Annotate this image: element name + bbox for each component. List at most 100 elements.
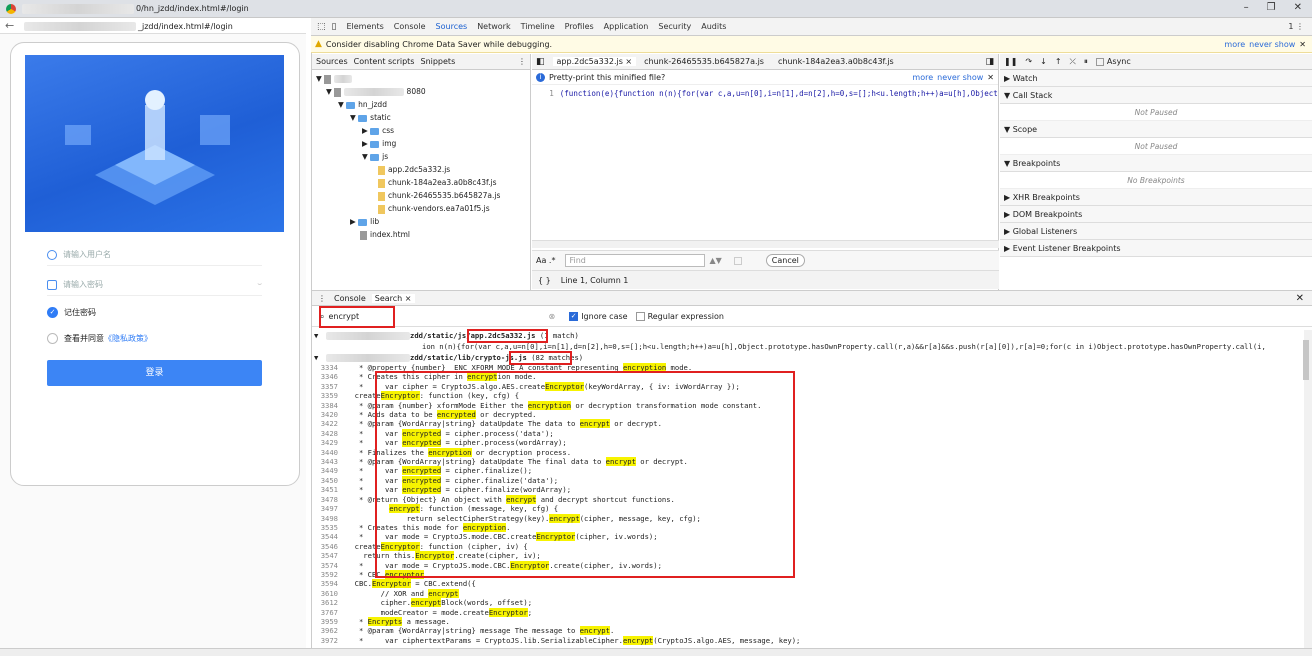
result-text: (CryptoJS.algo.AES, message, key); [653,635,801,645]
tab-sources[interactable]: Sources [436,22,468,31]
editor-tab[interactable]: chunk-26465535.b645827a.js [644,57,764,66]
step-over-icon[interactable]: ↷ [1025,57,1032,66]
more-menu-icon[interactable]: 1 ⋮ [1288,22,1304,31]
unchecked-icon[interactable] [47,333,58,344]
step-out-icon[interactable]: ↑ [1055,57,1062,66]
nav-tab-sources[interactable]: Sources [316,57,348,66]
result-file-header[interactable]: ▼ zdd/static/js/app.2dc5a332.js (1 match) [312,330,1312,341]
drawer-tab-console[interactable]: Console [334,294,366,303]
result-row[interactable]: 3959 * Encrypts a message. [312,616,1312,626]
device-icon[interactable]: ▯ [332,22,337,32]
result-row[interactable]: 3972 * var ciphertextParams = CryptoJS.l… [312,635,1312,645]
minimize-icon[interactable]: – [1244,2,1249,13]
match-case-icon[interactable]: Aa .* [536,256,555,265]
editor-tab-active[interactable]: app.2dc5a332.js × [552,57,637,66]
back-arrow-icon[interactable]: ← [5,19,14,32]
replace-checkbox[interactable] [733,256,742,265]
address-input[interactable]: _jzdd/index.html#/login [138,22,233,31]
section-xhr[interactable]: ▶ XHR Breakpoints [1000,189,1312,206]
password-field[interactable]: 请输入密码 ⌣ [47,274,262,296]
result-file-header[interactable]: ▼ zdd/static/lib/crypto-js.js (82 matches… [312,352,1312,363]
toggle-navigator-icon[interactable]: ◧ [536,57,545,67]
pause-icon[interactable]: ❚❚ [1004,57,1017,66]
result-row[interactable]: 3767 modeCreator = mode.createEncryptor; [312,607,1312,617]
tree-static[interactable]: ▼ static [312,111,530,124]
eye-icon[interactable]: ⌣ [257,280,262,289]
tree-file[interactable]: chunk-vendors.ea7a01f5.js [312,202,530,215]
section-scope[interactable]: ▼ Scope [1000,121,1312,138]
navigator-menu-icon[interactable]: ⋮ [518,57,526,66]
toggle-debugger-icon[interactable]: ◨ [985,57,994,67]
maximize-icon[interactable]: ❐ [1267,2,1276,13]
section-callstack[interactable]: ▼ Call Stack [1000,87,1312,104]
find-nav-icon[interactable]: ▲▼ [709,256,721,265]
drawer-close-icon[interactable]: ✕ [1296,293,1304,304]
nav-tab-content-scripts[interactable]: Content scripts [354,57,415,66]
tab-title[interactable]: 0/hn_jzdd/index.html#/login [136,4,249,13]
privacy-policy-link[interactable]: 《隐私政策》 [104,333,152,344]
editor-tab[interactable]: chunk-184a2ea3.a0b8c43f.js [778,57,894,66]
nav-tab-snippets[interactable]: Snippets [420,57,455,66]
result-row[interactable]: 3962 * @param {WordArray|string} message… [312,626,1312,636]
warning-more-link[interactable]: more [1224,40,1245,49]
checked-icon[interactable]: ✓ [47,307,58,318]
remember-row[interactable]: ✓ 记住密码 [47,307,96,318]
clear-search-icon[interactable]: ⊗ [548,312,555,321]
result-line-number: 3420 [320,410,338,420]
ignore-case-checkbox[interactable]: ✓ [569,312,579,321]
section-watch[interactable]: ▶ Watch [1000,70,1312,87]
tree-file[interactable]: chunk-184a2ea3.a0b8c43f.js [312,176,530,189]
tree-project[interactable]: ▼ hn_jzdd [312,98,530,111]
step-into-icon[interactable]: ↓ [1040,57,1047,66]
tab-console[interactable]: Console [394,22,426,31]
scrollbar-thumb[interactable] [1303,340,1309,380]
result-row[interactable]: 3594 CBC.Encryptor = CBC.extend({ [312,579,1312,589]
section-event[interactable]: ▶ Event Listener Breakpoints [1000,240,1312,257]
tab-network[interactable]: Network [477,22,510,31]
pretty-close-icon[interactable]: ✕ [987,73,994,82]
code-line[interactable]: 1 (function(e){function n(n){for(var c,a… [532,87,998,99]
result-text: = CBC.extend({ [410,579,476,589]
section-breakpoints[interactable]: ▼ Breakpoints [1000,155,1312,172]
regex-checkbox[interactable] [635,312,645,321]
tree-host[interactable]: ▼ 8080 [312,85,530,98]
login-button[interactable]: 登录 [47,360,262,386]
drawer-menu-icon[interactable]: ⋮ [318,294,326,303]
tree-lib[interactable]: ▶ lib [312,215,530,228]
tab-elements[interactable]: Elements [346,22,383,31]
pause-exceptions-icon[interactable]: ⏸ [1084,57,1088,67]
async-checkbox[interactable] [1095,57,1104,66]
editor-hscrollbar[interactable] [532,240,999,248]
username-field[interactable]: 请输入用户名 [47,244,262,266]
warning-close-icon[interactable]: ✕ [1299,40,1306,49]
deactivate-breakpoints-icon[interactable]: ⤫ [1070,57,1076,67]
pretty-more-link[interactable]: more [912,73,933,82]
agree-row[interactable]: 查看并同意 《隐私政策》 [47,333,152,344]
tab-profiles[interactable]: Profiles [565,22,594,31]
tree-index[interactable]: index.html [312,228,530,241]
tree-file[interactable]: app.2dc5a332.js [312,163,530,176]
find-input[interactable]: Find [565,254,706,267]
drawer-tab-search[interactable]: Search × [371,293,415,303]
section-global[interactable]: ▶ Global Listeners [1000,223,1312,240]
cancel-button[interactable]: Cancel [765,254,805,267]
folder-icon [358,114,368,122]
tree-css[interactable]: ▶ css [312,124,530,137]
tab-security[interactable]: Security [658,22,691,31]
warning-never-link[interactable]: never show [1249,40,1295,49]
tab-audits[interactable]: Audits [701,22,726,31]
section-dom[interactable]: ▶ DOM Breakpoints [1000,206,1312,223]
pretty-never-link[interactable]: never show [937,73,983,82]
close-window-icon[interactable]: ✕ [1294,2,1302,13]
inspect-icon[interactable]: ⬚ [317,22,326,32]
result-row[interactable]: 3612 cipher.encryptBlock(words, offset); [312,598,1312,608]
tab-timeline[interactable]: Timeline [521,22,555,31]
result1-line[interactable]: ion n(n){for(var c,a,u=n[0],i=n[1],d=n[2… [312,341,1312,352]
tree-js[interactable]: ▼ js [312,150,530,163]
tab-application[interactable]: Application [604,22,649,31]
braces-icon[interactable]: { } [538,276,551,285]
result-row[interactable]: 3610 // XOR and encrypt [312,588,1312,598]
tree-img[interactable]: ▶ img [312,137,530,150]
tree-file[interactable]: chunk-26465535.b645827a.js [312,189,530,202]
tree-top[interactable]: ▼ top [312,72,530,85]
